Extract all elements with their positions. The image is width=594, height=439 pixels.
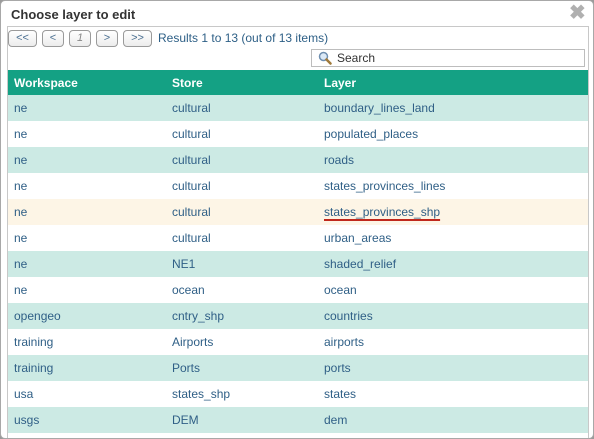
table-row: usa states_shp states [8, 381, 588, 407]
current-page-indicator[interactable]: 1 [69, 29, 91, 47]
layer-link[interactable]: ocean [324, 283, 357, 297]
search-field[interactable] [311, 49, 585, 67]
workspace-cell: ne [8, 95, 166, 121]
layer-cell: dem [318, 407, 588, 433]
layer-link[interactable]: states_provinces_lines [324, 179, 445, 193]
layer-link[interactable]: countries [324, 309, 373, 323]
workspace-cell: training [8, 355, 166, 381]
dialog-content: << < 1 > >> Results 1 to 13 (out of 13 i… [7, 26, 589, 438]
layer-cell: states_provinces_lines [318, 173, 588, 199]
store-cell: cultural [166, 225, 318, 251]
table-row: usgs DEM dem [8, 407, 588, 433]
layer-cell: airports [318, 329, 588, 355]
close-icon[interactable]: ✖ [569, 3, 586, 23]
layer-link[interactable]: airports [324, 335, 364, 349]
store-cell: ocean [166, 277, 318, 303]
table-row: training Ports ports [8, 355, 588, 381]
store-cell: cultural [166, 199, 318, 225]
store-cell: cultural [166, 121, 318, 147]
table-row: ne cultural urban_areas [8, 225, 588, 251]
dialog-title: Choose layer to edit [11, 7, 136, 22]
workspace-cell: ne [8, 147, 166, 173]
layer-cell: states_provinces_shp [318, 199, 588, 225]
store-cell: cultural [166, 147, 318, 173]
table-row-hovered: ne cultural states_provinces_shp [8, 199, 588, 225]
table-row: ne cultural states_provinces_lines [8, 173, 588, 199]
layer-cell: boundary_lines_land [318, 95, 588, 121]
layer-cell: shaded_relief [318, 251, 588, 277]
layer-link[interactable]: populated_places [324, 127, 418, 141]
search-icon [318, 51, 332, 65]
prev-page-button[interactable]: < [42, 29, 64, 47]
table-row: ne cultural populated_places [8, 121, 588, 147]
layer-cell: ocean [318, 277, 588, 303]
layer-link[interactable]: dem [324, 413, 347, 427]
choose-layer-dialog: Choose layer to edit ✖ << < 1 > >> Resul… [0, 0, 594, 439]
layer-link[interactable]: boundary_lines_land [324, 101, 435, 115]
store-cell: DEM [166, 407, 318, 433]
dialog-titlebar[interactable]: Choose layer to edit ✖ [1, 1, 593, 27]
layers-table: Workspace Store Layer ne cultural bounda… [8, 70, 588, 433]
workspace-cell: opengeo [8, 303, 166, 329]
layer-cell: urban_areas [318, 225, 588, 251]
column-header-workspace[interactable]: Workspace [8, 70, 166, 95]
layer-link[interactable]: ports [324, 361, 351, 375]
table-row: ne ocean ocean [8, 277, 588, 303]
layer-cell: countries [318, 303, 588, 329]
workspace-cell: usgs [8, 407, 166, 433]
search-input[interactable] [337, 51, 577, 65]
layer-link[interactable]: states [324, 387, 356, 401]
layer-link[interactable]: urban_areas [324, 231, 391, 245]
table-row: ne cultural boundary_lines_land [8, 95, 588, 121]
next-page-button[interactable]: > [96, 29, 118, 47]
store-cell: Airports [166, 329, 318, 355]
store-cell: cultural [166, 95, 318, 121]
workspace-cell: ne [8, 225, 166, 251]
layer-link[interactable]: roads [324, 153, 354, 167]
table-row: ne NE1 shaded_relief [8, 251, 588, 277]
workspace-cell: training [8, 329, 166, 355]
layer-cell: roads [318, 147, 588, 173]
store-cell: cultural [166, 173, 318, 199]
store-cell: Ports [166, 355, 318, 381]
workspace-cell: ne [8, 251, 166, 277]
layer-link[interactable]: states_provinces_shp [324, 205, 440, 219]
results-count: Results 1 to 13 (out of 13 items) [158, 31, 329, 45]
column-header-layer[interactable]: Layer [318, 70, 588, 95]
table-header-row: Workspace Store Layer [8, 70, 588, 95]
store-cell: cntry_shp [166, 303, 318, 329]
pagination-bar: << < 1 > >> Results 1 to 13 (out of 13 i… [8, 29, 328, 47]
table-row: opengeo cntry_shp countries [8, 303, 588, 329]
workspace-cell: ne [8, 121, 166, 147]
table-row: ne cultural roads [8, 147, 588, 173]
last-page-button[interactable]: >> [123, 29, 152, 47]
column-header-store[interactable]: Store [166, 70, 318, 95]
first-page-button[interactable]: << [8, 29, 37, 47]
layer-cell: states [318, 381, 588, 407]
workspace-cell: ne [8, 173, 166, 199]
layer-cell: ports [318, 355, 588, 381]
workspace-cell: usa [8, 381, 166, 407]
workspace-cell: ne [8, 199, 166, 225]
layer-cell: populated_places [318, 121, 588, 147]
workspace-cell: ne [8, 277, 166, 303]
table-row: training Airports airports [8, 329, 588, 355]
store-cell: states_shp [166, 381, 318, 407]
store-cell: NE1 [166, 251, 318, 277]
layer-link[interactable]: shaded_relief [324, 257, 396, 271]
